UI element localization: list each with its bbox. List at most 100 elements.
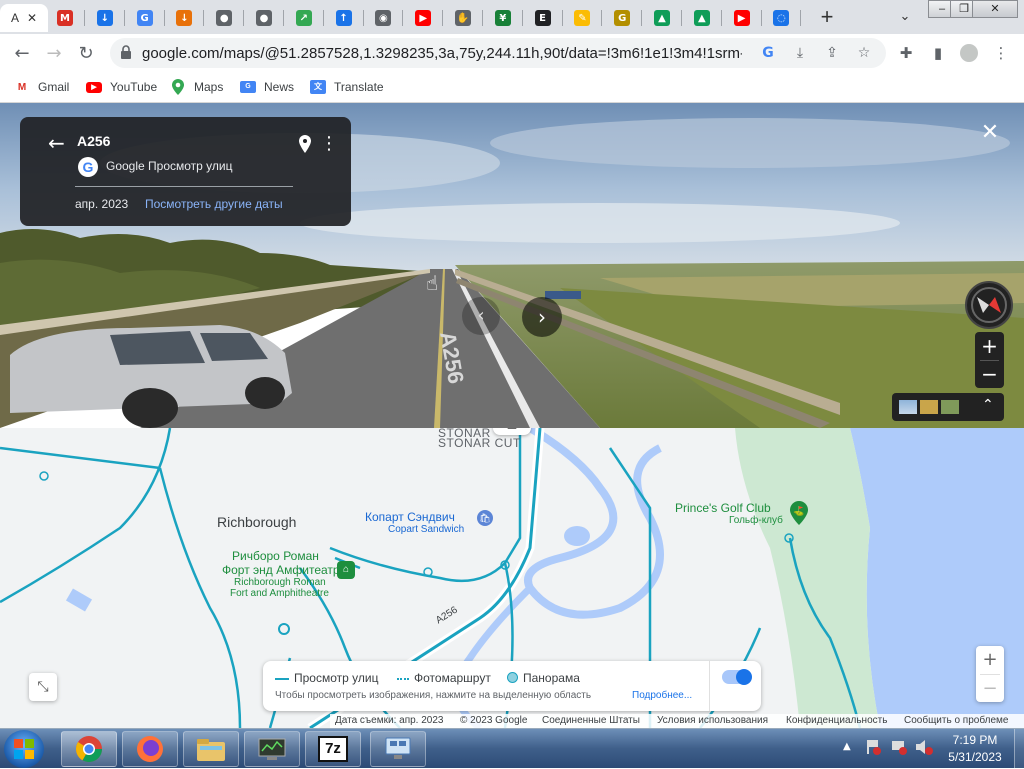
museum-icon[interactable]: ⌂: [337, 561, 355, 579]
tab-15[interactable]: G: [603, 4, 641, 32]
golf-pin-icon[interactable]: ⛳: [790, 501, 808, 525]
compass-icon[interactable]: [965, 281, 1013, 329]
footer-report[interactable]: Сообщить о проблеме: [904, 715, 1008, 726]
taskbar-7zip[interactable]: 7z: [305, 731, 361, 767]
bookmark-gmail[interactable]: M Gmail: [14, 77, 70, 97]
tab-17[interactable]: ▲: [683, 4, 721, 32]
tab-active[interactable]: A ✕: [0, 4, 48, 32]
taskbar-firefox[interactable]: [122, 731, 178, 767]
bookmark-star-icon[interactable]: ☆: [854, 43, 874, 63]
google-lens-icon[interactable]: G: [758, 43, 778, 63]
tab-5[interactable]: ●: [205, 4, 243, 32]
tab-18[interactable]: ▶: [723, 4, 761, 32]
tab-6[interactable]: ●: [245, 4, 283, 32]
footer-terms[interactable]: Условия использования: [657, 715, 768, 726]
tab-search-chevron-icon[interactable]: ⌄: [895, 6, 915, 26]
map-zoom-out-button[interactable]: −: [976, 675, 1004, 702]
legend-dotted-icon: [397, 678, 409, 680]
label-roman-ru-2[interactable]: Форт энд Амфитеатр: [222, 563, 340, 577]
footer-copyright: © 2023 Google: [460, 715, 528, 726]
sv-zoom-in-button[interactable]: +: [975, 332, 1004, 360]
back-button[interactable]: ←: [8, 40, 36, 68]
extensions-icon[interactable]: ✚: [895, 42, 917, 64]
tab-4[interactable]: ↓: [165, 4, 203, 32]
tab-19[interactable]: ◌: [762, 4, 800, 32]
tab-12[interactable]: ¥: [484, 4, 522, 32]
map-panel[interactable]: ═ STONAR STONAR CUT Richborough Копарт С…: [0, 428, 1024, 728]
tab-10[interactable]: ▶: [404, 4, 442, 32]
collapse-map-icon[interactable]: ⤡: [29, 673, 57, 701]
taskbar-monitor[interactable]: [244, 731, 300, 767]
resize-handle[interactable]: ═: [493, 428, 531, 435]
forward-button[interactable]: →: [40, 40, 68, 68]
address-bar[interactable]: google.com/maps/@51.2857528,1.3298235,3a…: [110, 38, 886, 68]
tab-3[interactable]: G: [126, 4, 164, 32]
bookmark-gmail-label: Gmail: [38, 80, 70, 94]
flag-alert-icon[interactable]: [865, 739, 881, 755]
tab-8[interactable]: ↑: [325, 4, 363, 32]
tab-13[interactable]: E: [524, 4, 562, 32]
tab-16[interactable]: ▲: [643, 4, 681, 32]
tab-11[interactable]: ✋: [444, 4, 482, 32]
bookmark-translate[interactable]: 文 Translate: [310, 77, 384, 97]
bookmark-youtube[interactable]: ▶ YouTube: [86, 77, 157, 97]
start-button[interactable]: [4, 730, 44, 768]
taskbar-explorer[interactable]: [183, 731, 239, 767]
share-icon[interactable]: ⇪: [822, 43, 842, 63]
back-arrow-icon[interactable]: ←: [48, 131, 65, 155]
tab-9[interactable]: ◉: [364, 4, 402, 32]
volume-muted-icon[interactable]: [915, 739, 933, 755]
close-window-button[interactable]: ✕: [972, 0, 1018, 18]
new-tab-button[interactable]: +: [815, 4, 839, 30]
expand-up-icon[interactable]: ⌃: [982, 397, 994, 413]
tab-7[interactable]: ↗: [285, 4, 323, 32]
clock-date[interactable]: 5/31/2023: [945, 750, 1005, 764]
thumbnail-sky[interactable]: [899, 400, 917, 414]
map-zoom-in-button[interactable]: +: [976, 646, 1004, 674]
reload-button[interactable]: ↻: [72, 40, 100, 68]
label-roman-en-1[interactable]: Richborough Roman: [234, 577, 326, 588]
taskbar-chrome[interactable]: [61, 731, 117, 767]
label-golf-ru[interactable]: Гольф-клуб: [729, 515, 783, 526]
legend-photo-route: Фотомаршрут: [414, 671, 491, 685]
label-golf-en[interactable]: Prince's Golf Club: [675, 501, 771, 515]
shopping-bag-icon[interactable]: 🛍: [477, 510, 493, 526]
tab-14[interactable]: ✎: [563, 4, 601, 32]
thumbnail-field[interactable]: [920, 400, 938, 414]
label-copart-en[interactable]: Copart Sandwich: [388, 524, 464, 535]
show-hidden-icons-icon[interactable]: ▲: [843, 741, 851, 752]
thumbnail-grass[interactable]: [941, 400, 959, 414]
bookmark-maps[interactable]: Maps: [170, 77, 223, 97]
move-forward-arrow-icon[interactable]: ›: [522, 297, 562, 337]
street-view-panorama[interactable]: A256 ← A256 G Google Просмотр улиц апр. …: [0, 103, 1024, 428]
photo-strip[interactable]: ⌃: [892, 393, 1004, 421]
profile-avatar-icon[interactable]: [958, 42, 980, 64]
windows-taskbar: 7z ▲ 7:19 PM 5/31/2023: [0, 728, 1024, 769]
sv-zoom-out-button[interactable]: −: [975, 361, 1004, 388]
install-app-icon[interactable]: ⤓: [790, 43, 810, 63]
footer-country[interactable]: Соединенные Штаты: [542, 715, 640, 726]
url-text: google.com/maps/@51.2857528,1.3298235,3a…: [142, 45, 742, 62]
label-roman-en-2[interactable]: Fort and Amphitheatre: [230, 588, 329, 599]
side-panel-icon[interactable]: ▮: [927, 42, 949, 64]
street-view-toggle[interactable]: [722, 669, 752, 685]
clock-time[interactable]: 7:19 PM: [945, 733, 1005, 747]
legend-more-link[interactable]: Подробнее...: [632, 690, 692, 701]
close-street-view-icon[interactable]: ✕: [978, 121, 1002, 145]
move-back-arrow-icon[interactable]: ‹: [462, 297, 500, 335]
tab-2[interactable]: ↓: [86, 4, 124, 32]
location-pin-icon[interactable]: [299, 135, 311, 153]
taskbar-network[interactable]: [370, 731, 426, 767]
close-tab-icon[interactable]: ✕: [27, 11, 37, 25]
network-icon: [385, 737, 411, 759]
bookmark-news[interactable]: G News: [240, 77, 294, 97]
footer-privacy[interactable]: Конфиденциальность: [786, 715, 887, 726]
menu-kebab-icon[interactable]: ⋮: [990, 42, 1012, 64]
tab-1[interactable]: M: [46, 4, 84, 32]
network-status-icon[interactable]: [891, 739, 907, 755]
label-copart-ru[interactable]: Копарт Сэндвич: [365, 510, 455, 524]
show-desktop-button[interactable]: [1014, 729, 1024, 769]
label-roman-ru-1[interactable]: Ричборо Роман: [232, 549, 319, 563]
other-dates-link[interactable]: Посмотреть другие даты: [145, 197, 283, 211]
more-options-icon[interactable]: ⋮: [320, 133, 338, 154]
